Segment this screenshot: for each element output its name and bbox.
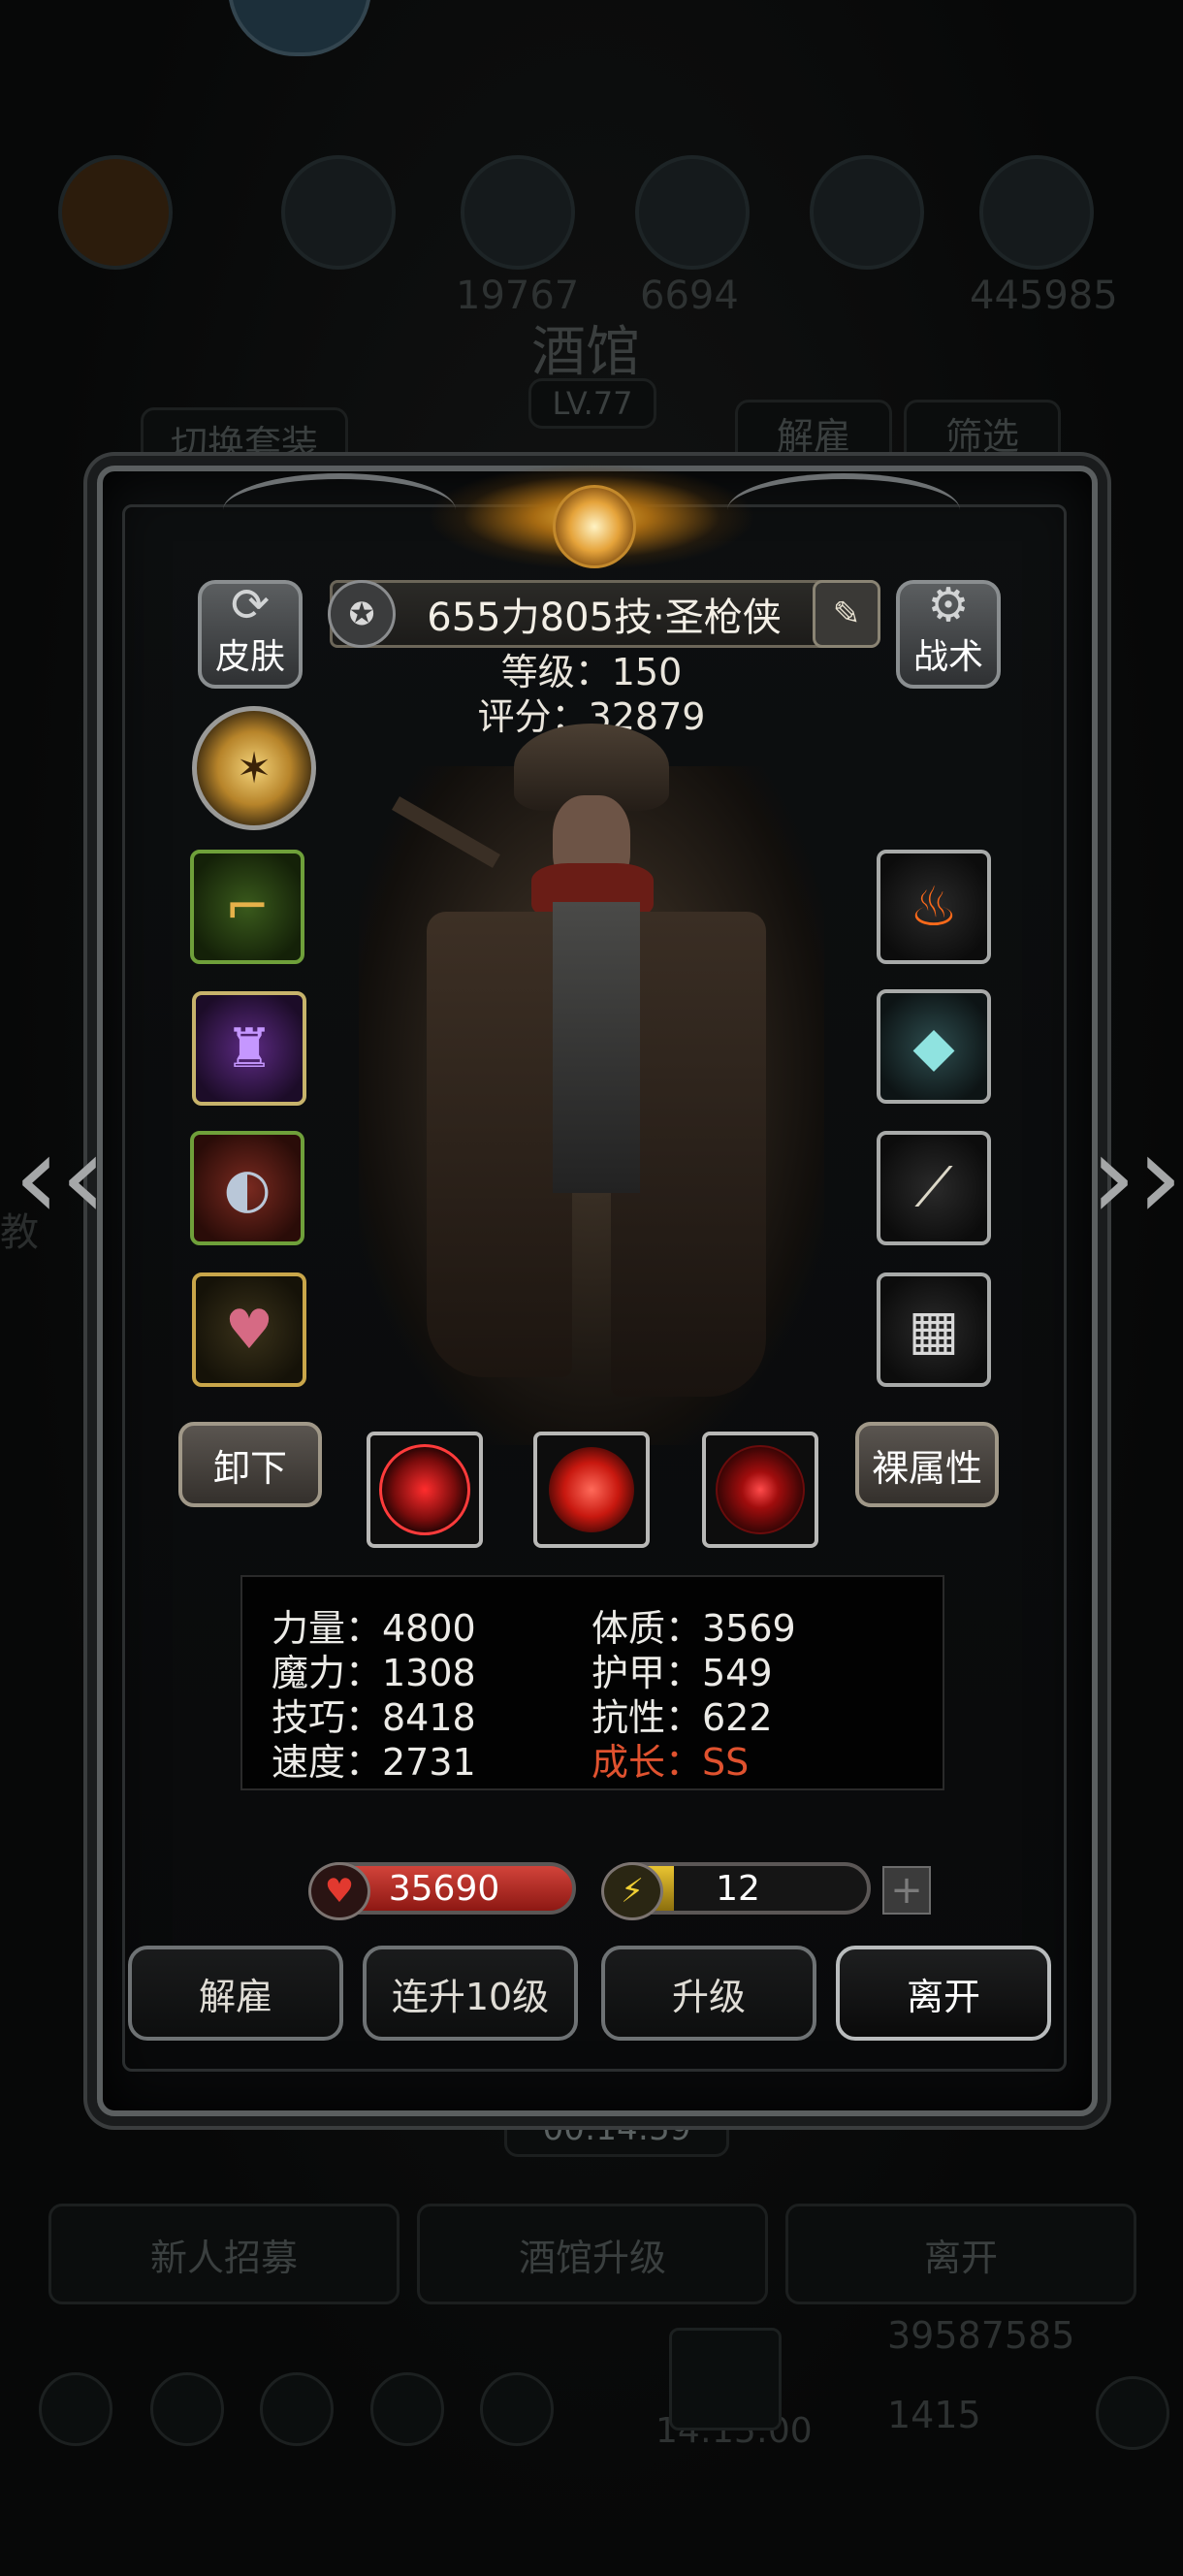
- lightning-icon: ⚡: [601, 1862, 663, 1920]
- bg-filter-button: 筛选: [904, 400, 1061, 466]
- bg-menu-icon-1: [39, 2372, 112, 2446]
- upgrade-10-button[interactable]: 连升10级: [363, 1946, 578, 2041]
- skill-slot-2[interactable]: [533, 1432, 650, 1548]
- heart-icon: ♥: [308, 1862, 370, 1920]
- equip-armor-slot[interactable]: ♜: [192, 991, 306, 1106]
- bg-switch-set-button: 切换套装: [141, 407, 348, 473]
- edit-icon[interactable]: ✎: [813, 580, 880, 648]
- skin-button[interactable]: ⟳ 皮肤: [198, 578, 303, 689]
- bare-attributes-button[interactable]: 裸属性: [855, 1422, 999, 1507]
- bg-tavern-level: LV.77: [528, 378, 656, 429]
- bg-recruit-button: 新人招募: [48, 2204, 400, 2304]
- leave-button[interactable]: 离开: [836, 1946, 1051, 2041]
- hp-value: 35690: [388, 1868, 500, 1909]
- sun-emblem-icon: [553, 485, 636, 568]
- next-hero-arrow-icon[interactable]: ››: [1090, 1120, 1183, 1237]
- bg-stat-mid: 6694: [640, 274, 739, 318]
- equip-mail-slot[interactable]: ▦: [877, 1272, 991, 1387]
- bg-menu-icon-2: [150, 2372, 224, 2446]
- bg-hero-slot-5: [810, 155, 924, 270]
- gear-icon: ⚙: [927, 578, 970, 632]
- bg-gem-amount: 1415: [887, 2394, 981, 2436]
- necklace-icon: ♥: [224, 1298, 274, 1362]
- equip-bone-slot[interactable]: ⟋: [877, 1131, 991, 1245]
- bg-dismiss-button: 解雇: [735, 400, 892, 466]
- tactics-button[interactable]: ⚙ 战术: [896, 578, 1001, 689]
- hero-coat-left: [427, 912, 572, 1377]
- stat-growth-label: 成长：: [592, 1741, 703, 1784]
- equip-weapon-slot[interactable]: ⌐: [190, 850, 304, 964]
- bg-upgrade-tavern-button: 酒馆升级: [417, 2204, 768, 2304]
- add-energy-button[interactable]: +: [882, 1866, 931, 1915]
- medal-icon[interactable]: ✪: [328, 580, 396, 648]
- stat-speed: 速度：2731: [272, 1741, 476, 1784]
- fire-icon: ♨: [909, 875, 959, 939]
- prev-hero-arrow-icon[interactable]: ‹‹: [14, 1120, 107, 1237]
- bg-menu-icon-4: [370, 2372, 444, 2446]
- bg-hero-slot-3: [461, 155, 575, 270]
- ornament-wing-right: [727, 473, 960, 547]
- bg-hero-slot-2: [281, 155, 396, 270]
- hero-vest: [553, 902, 640, 1193]
- crosshair-skill-icon: [379, 1444, 470, 1535]
- bg-stat-right: 445985: [970, 274, 1118, 318]
- skill-slot-1[interactable]: [367, 1432, 483, 1548]
- stat-growth-value: SS: [702, 1741, 750, 1784]
- armor-icon: ♜: [224, 1016, 274, 1080]
- equip-fire-relic-slot[interactable]: ♨: [877, 850, 991, 964]
- skin-label: 皮肤: [214, 637, 285, 677]
- skill-slot-3[interactable]: [702, 1432, 818, 1548]
- revolver-icon: ⌐: [224, 875, 271, 939]
- ornament-wing-left: [223, 473, 456, 547]
- hero-name-bar: 655力805技·圣枪侠: [330, 580, 879, 648]
- upgrade-button[interactable]: 升级: [601, 1946, 816, 2041]
- bg-hero-slot-4: [635, 155, 750, 270]
- gem-icon: ◆: [912, 1014, 955, 1079]
- dismiss-button[interactable]: 解雇: [128, 1946, 343, 2041]
- swirl-skill-icon: [549, 1447, 634, 1532]
- bone-icon: ⟋: [914, 1156, 953, 1219]
- bg-menu-icon-3: [260, 2372, 334, 2446]
- bg-menu-icon-5: [480, 2372, 554, 2446]
- tactics-label: 战术: [912, 637, 983, 677]
- class-badge-icon[interactable]: ✶: [192, 706, 316, 830]
- target-skill-icon: [716, 1445, 805, 1534]
- unequip-button[interactable]: 卸下: [178, 1422, 322, 1507]
- bg-hero-slot-1: [58, 155, 173, 270]
- bg-menu-icon-6: [1096, 2376, 1169, 2450]
- bg-leave-button: 离开: [785, 2204, 1136, 2304]
- helmet-icon: ◐: [223, 1156, 272, 1220]
- bg-screen-title: 酒馆: [531, 321, 640, 384]
- hero-name: 655力805技·圣枪侠: [427, 596, 782, 640]
- energy-value: 12: [716, 1868, 760, 1909]
- chainmail-icon: ▦: [908, 1298, 960, 1362]
- refresh-icon: ⟳: [230, 578, 271, 632]
- equip-necklace-slot[interactable]: ♥: [192, 1272, 306, 1387]
- equip-helmet-slot[interactable]: ◐: [190, 1131, 304, 1245]
- stat-growth: 成长：SS: [592, 1732, 749, 1786]
- bg-gold-amount: 39587585: [887, 2314, 1075, 2357]
- bg-hero-slot-6: [979, 155, 1094, 270]
- bg-chest-icon: [669, 2328, 782, 2431]
- equip-gem-slot[interactable]: ◆: [877, 989, 991, 1104]
